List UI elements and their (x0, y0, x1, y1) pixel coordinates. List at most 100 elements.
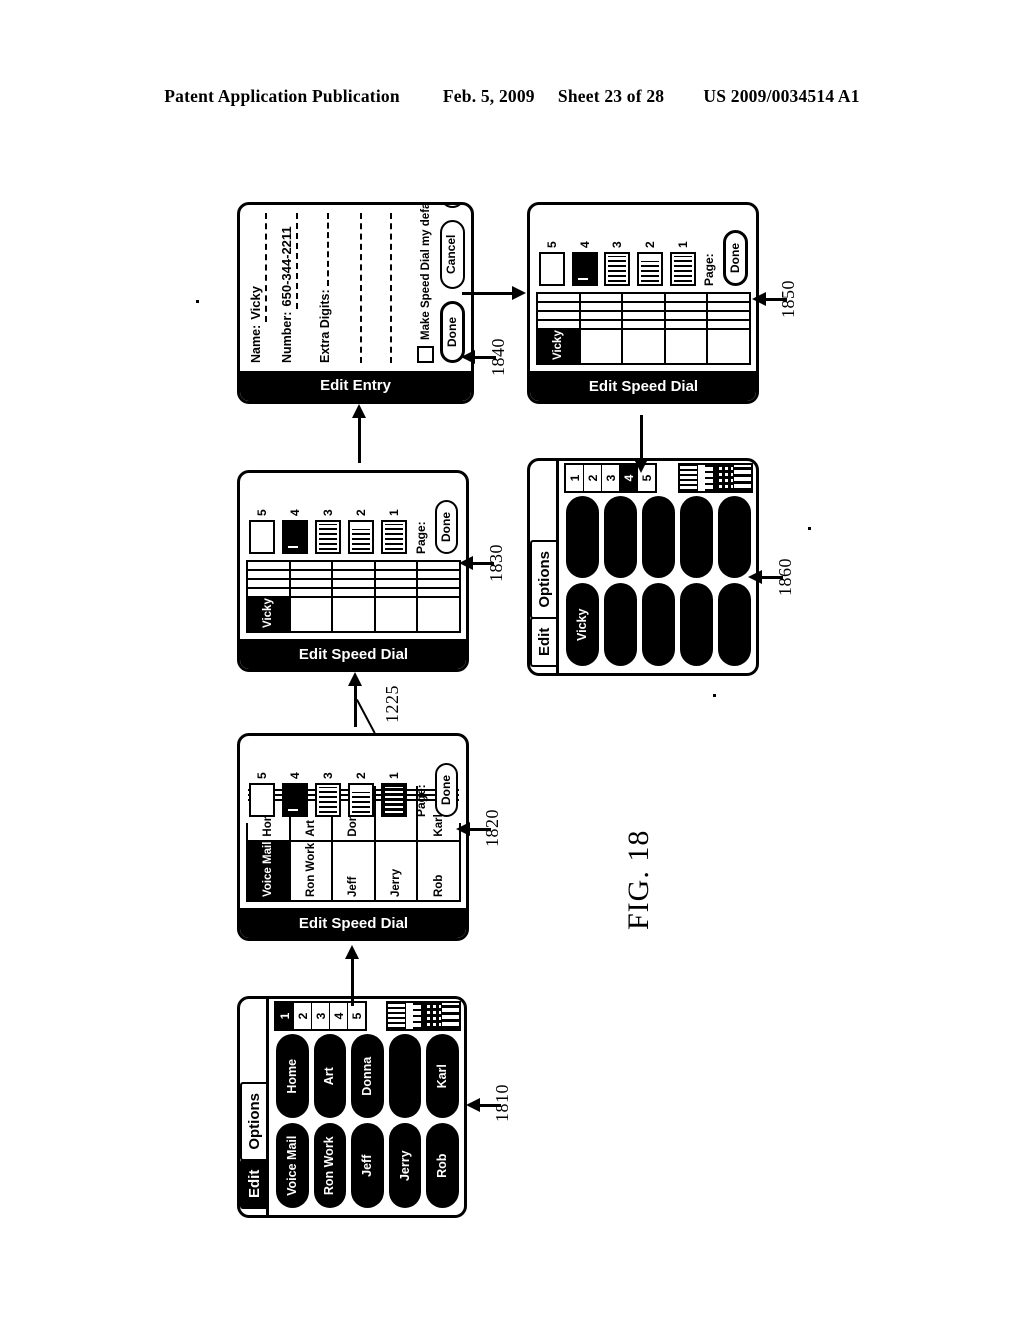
page-option-4[interactable]: 4 (282, 743, 308, 817)
page-option-1[interactable]: 1 (669, 212, 696, 286)
page-thumb-list-icon[interactable] (348, 520, 374, 554)
bars-icon[interactable] (442, 1003, 459, 1029)
bubble-item[interactable] (680, 583, 713, 666)
sd-cell[interactable] (665, 303, 709, 311)
sd-cell[interactable] (418, 580, 459, 588)
sd-cell[interactable] (708, 303, 749, 311)
sd-cell[interactable] (538, 303, 581, 311)
sd-cell[interactable] (708, 312, 749, 320)
sd-cell[interactable]: Rob (418, 841, 459, 900)
sd-cell[interactable] (580, 294, 624, 302)
bubble-item[interactable]: Jeff (351, 1123, 384, 1208)
done-button[interactable]: Done (722, 230, 748, 286)
panel-1840-edit-entry[interactable]: Edit Entry Name: Vicky Number: 650-344-2… (237, 202, 474, 404)
page-number-3[interactable]: 3 (602, 465, 620, 491)
sd-cell[interactable] (665, 321, 709, 329)
piano-keys-icon[interactable] (406, 1003, 424, 1029)
default-view-checkbox-row[interactable]: Make Speed Dial my default view (417, 202, 434, 363)
field-extra-digits-input[interactable] (310, 213, 329, 287)
sd-cell[interactable] (248, 580, 291, 588)
sd-cell[interactable]: Voice Mail (248, 841, 291, 900)
bubble-item[interactable]: Rob (426, 1123, 459, 1208)
tab-options[interactable]: Options (530, 539, 556, 619)
page-option-2[interactable]: 2 (348, 480, 374, 554)
page-thumb-list-icon[interactable] (669, 252, 696, 286)
bubble-item[interactable] (718, 496, 751, 579)
sd-cell[interactable] (375, 562, 419, 570)
tab-options[interactable]: Options (240, 1081, 266, 1161)
page-number-5[interactable]: 5 (348, 1003, 365, 1029)
sd-cell[interactable] (708, 294, 749, 302)
page-option-5[interactable]: 5 (539, 212, 565, 286)
sd-cell[interactable] (418, 598, 459, 631)
grid-dots-icon[interactable] (716, 465, 734, 491)
field-name-input[interactable]: Vicky (248, 213, 267, 322)
sd-cell[interactable] (333, 580, 376, 588)
page-thumb-list-icon[interactable] (315, 783, 341, 817)
sd-cell[interactable] (290, 598, 334, 631)
page-thumb-empty-icon[interactable] (249, 520, 275, 554)
sd-cell[interactable] (290, 562, 334, 570)
page-option-1[interactable]: 1 (381, 743, 407, 817)
page-number-4[interactable]: 4 (330, 1003, 348, 1029)
field-blank-line-1[interactable] (344, 213, 362, 363)
sd-cell[interactable] (290, 580, 334, 588)
sd-cell[interactable] (708, 330, 749, 363)
sd-cell[interactable] (333, 571, 376, 579)
sd-cell[interactable] (248, 562, 291, 570)
sd-cell[interactable] (538, 312, 581, 320)
panel-1850-edit-speed-dial[interactable]: Edit Speed Dial Vicky 5 4 3 2 1 Page: Do… (527, 202, 759, 404)
page-number-1[interactable]: 1 (276, 1003, 294, 1029)
page-number-2[interactable]: 2 (584, 465, 602, 491)
panel-1810-speed-dial-bubbles[interactable]: Edit Options Voice Mail Home Ron Work Ar… (237, 996, 467, 1218)
sd-cell[interactable] (375, 589, 419, 597)
sd-cell[interactable]: Jerry (375, 841, 419, 900)
page-thumb-list-icon[interactable] (315, 520, 341, 554)
bubble-item[interactable]: Ron Work (313, 1123, 347, 1208)
bubble-item[interactable]: Home (276, 1034, 309, 1119)
page-option-3[interactable]: 3 (604, 212, 631, 286)
sd-cell[interactable] (623, 303, 666, 311)
sd-cell[interactable] (623, 294, 666, 302)
sd-cell[interactable] (580, 312, 624, 320)
bubble-item[interactable]: Art (313, 1034, 347, 1119)
bubble-item[interactable] (680, 496, 713, 579)
done-button[interactable]: Done (435, 763, 458, 817)
sd-cell[interactable] (623, 321, 666, 329)
sd-cell[interactable] (580, 330, 624, 363)
page-option-2[interactable]: 2 (636, 212, 663, 286)
sd-cell[interactable] (333, 562, 376, 570)
sd-cell[interactable] (580, 321, 624, 329)
page-number-1[interactable]: 1 (566, 465, 584, 491)
page-thumb-list-icon[interactable] (604, 252, 631, 286)
bars-icon[interactable] (734, 465, 751, 491)
sd-cell[interactable] (580, 303, 624, 311)
piano-keys-icon[interactable] (698, 465, 716, 491)
bubble-item[interactable]: Donna (351, 1034, 384, 1119)
sd-cell[interactable] (248, 571, 291, 579)
page-thumb-list-icon[interactable] (381, 520, 407, 554)
page-thumb-selected-icon[interactable] (381, 783, 407, 817)
bubble-item[interactable] (642, 496, 675, 579)
page-thumb-cursor-icon[interactable] (282, 783, 308, 817)
done-button[interactable]: Done (435, 500, 458, 554)
sd-cell[interactable] (375, 571, 419, 579)
sd-cell[interactable]: Vicky (538, 330, 581, 363)
sd-cell[interactable] (665, 312, 709, 320)
page-thumb-list-icon[interactable] (348, 783, 374, 817)
sd-cell[interactable] (333, 589, 376, 597)
bubble-item[interactable] (604, 583, 637, 666)
sd-cell[interactable] (375, 580, 419, 588)
list-lines-icon[interactable] (388, 1003, 406, 1029)
field-blank-line-2[interactable] (374, 213, 392, 363)
page-thumb-empty-icon[interactable] (249, 783, 275, 817)
page-option-3[interactable]: 3 (315, 480, 341, 554)
default-view-checkbox[interactable] (417, 346, 434, 363)
panel-1820-edit-speed-dial[interactable]: Edit Speed Dial Voice Mail Ron Work Jeff… (237, 733, 469, 941)
page-option-5[interactable]: 5 (249, 743, 275, 817)
page-thumb-list-icon[interactable] (636, 252, 663, 286)
panel-1830-edit-speed-dial[interactable]: Edit Speed Dial Vicky 5 4 3 2 1 Page: Do… (237, 470, 469, 672)
sd-cell[interactable] (665, 330, 709, 363)
bubble-item[interactable]: Voice Mail (276, 1123, 309, 1208)
page-option-5[interactable]: 5 (249, 480, 275, 554)
